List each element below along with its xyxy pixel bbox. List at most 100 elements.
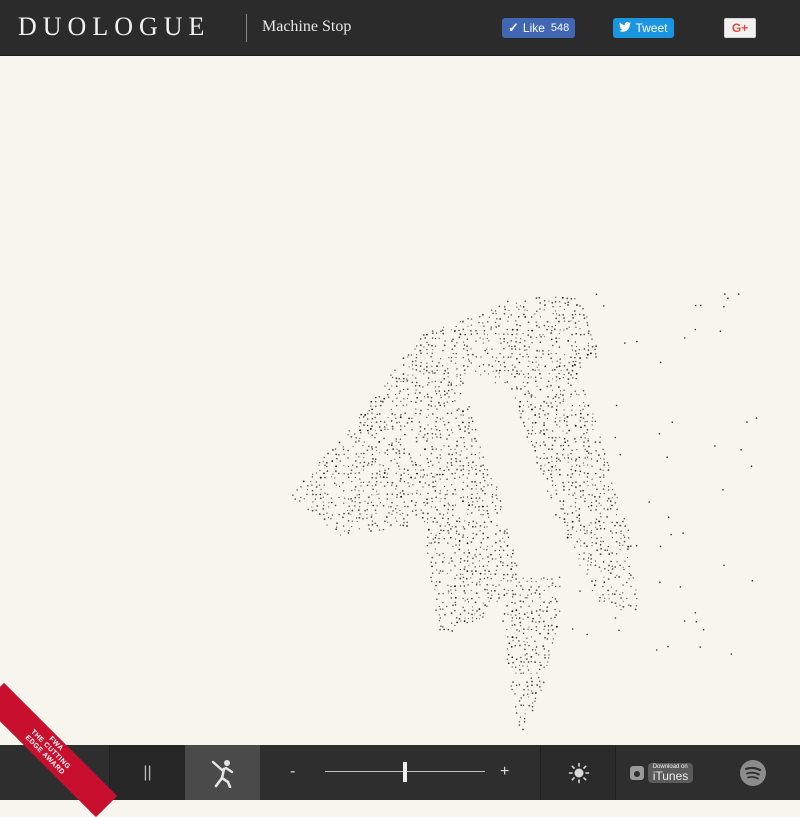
particle-dot (462, 573, 464, 575)
particle-dot (510, 568, 513, 570)
particle-dot (343, 530, 346, 532)
particle-dot (398, 449, 401, 452)
particle-dot (722, 488, 724, 491)
particle-dot (518, 348, 521, 350)
slider-thumb[interactable] (403, 762, 407, 782)
particle-dot (583, 529, 585, 531)
particle-dot (472, 520, 474, 522)
particle-dot (390, 484, 393, 486)
particle-dot (562, 508, 564, 510)
particle-dot (402, 492, 405, 495)
google-plus-button[interactable]: G+ (724, 18, 756, 38)
particle-dot (622, 544, 624, 546)
particle-dot (312, 501, 314, 503)
particle-dot (615, 531, 618, 534)
particle-dot (463, 369, 466, 371)
pause-button[interactable]: || (110, 745, 185, 800)
particle-dot (567, 444, 570, 447)
particle-dot (311, 473, 314, 475)
particle-dot (470, 512, 473, 514)
tweet-button[interactable]: Tweet (613, 18, 674, 38)
particle-dot (566, 297, 569, 300)
particle-dot (583, 542, 586, 545)
particle-dot (574, 390, 576, 392)
spotify-link[interactable] (706, 745, 800, 800)
particle-dot (384, 469, 386, 472)
particle-dot (576, 393, 578, 395)
particle-dot (338, 454, 340, 456)
particle-dot (559, 426, 561, 428)
particle-dot (391, 385, 393, 387)
particle-dot (446, 521, 449, 524)
particle-dot (379, 464, 381, 466)
particle-dot (511, 624, 513, 626)
particle-dot (508, 345, 510, 347)
particle-dot (326, 512, 328, 514)
particle-dot (586, 322, 588, 324)
particle-dot (362, 490, 364, 492)
particle-dot (347, 532, 350, 534)
particle-dot (400, 495, 403, 498)
particle-dot (454, 596, 457, 599)
particle-dot (324, 476, 326, 479)
particle-dot (475, 488, 477, 490)
particle-dot (366, 513, 368, 516)
particle-dot (563, 329, 565, 331)
particle-dot (472, 525, 474, 528)
facebook-like-button[interactable]: ✓ Like 548 (502, 18, 575, 38)
particle-dot (522, 410, 524, 412)
particle-dot (467, 508, 469, 511)
brand-logo[interactable]: DUOLOGUE (18, 12, 210, 42)
particle-dot (547, 490, 549, 492)
particle-dot (354, 496, 357, 499)
particle-dot (595, 472, 597, 475)
particle-dot (486, 605, 488, 607)
particle-dot (424, 433, 426, 436)
particle-dot (587, 332, 590, 335)
particle-dot (443, 390, 446, 392)
particle-dot (554, 585, 557, 588)
particle-dot (520, 697, 522, 699)
particle-dot (443, 445, 445, 447)
particle-dot (559, 420, 561, 422)
particle-dot (462, 328, 465, 331)
particle-dot (434, 390, 437, 392)
particle-dot (466, 338, 469, 341)
particle-dot (431, 437, 434, 439)
slider-plus-button[interactable]: + (500, 763, 509, 781)
particle-dot (482, 364, 485, 366)
itunes-link[interactable]: Download on iTunes (616, 745, 706, 800)
particle-dot (376, 490, 378, 492)
particle-dot (335, 470, 337, 473)
particle-dot (474, 554, 476, 556)
slider-minus-button[interactable]: - (290, 763, 295, 781)
particle-dot (439, 436, 442, 439)
particle-dot (482, 342, 484, 344)
light-toggle-button[interactable] (541, 745, 616, 800)
particle-dot (556, 424, 558, 426)
particle-dot (471, 461, 474, 464)
particle-dot (629, 574, 632, 577)
particle-dot (462, 382, 464, 385)
particle-dot (499, 500, 502, 502)
particle-dot (580, 412, 582, 415)
particle-dot (451, 509, 454, 511)
particle-dot (371, 464, 373, 466)
particle-dot (371, 494, 373, 496)
particle-dot (459, 573, 462, 575)
particle-dot (446, 512, 449, 514)
particle-dot (426, 333, 428, 336)
particle-dot (406, 378, 408, 380)
particle-dot (362, 416, 365, 418)
particle-dot (398, 452, 401, 455)
particle-dot (574, 486, 577, 489)
visualization-canvas[interactable] (0, 56, 800, 745)
particle-dot (499, 369, 501, 372)
particle-dot (490, 578, 492, 580)
particle-dot (535, 621, 537, 623)
dance-mode-button[interactable] (185, 745, 260, 800)
particle-dot (364, 421, 366, 424)
particle-dot (354, 476, 357, 479)
particle-dot (350, 472, 352, 475)
particle-dot (371, 448, 374, 450)
